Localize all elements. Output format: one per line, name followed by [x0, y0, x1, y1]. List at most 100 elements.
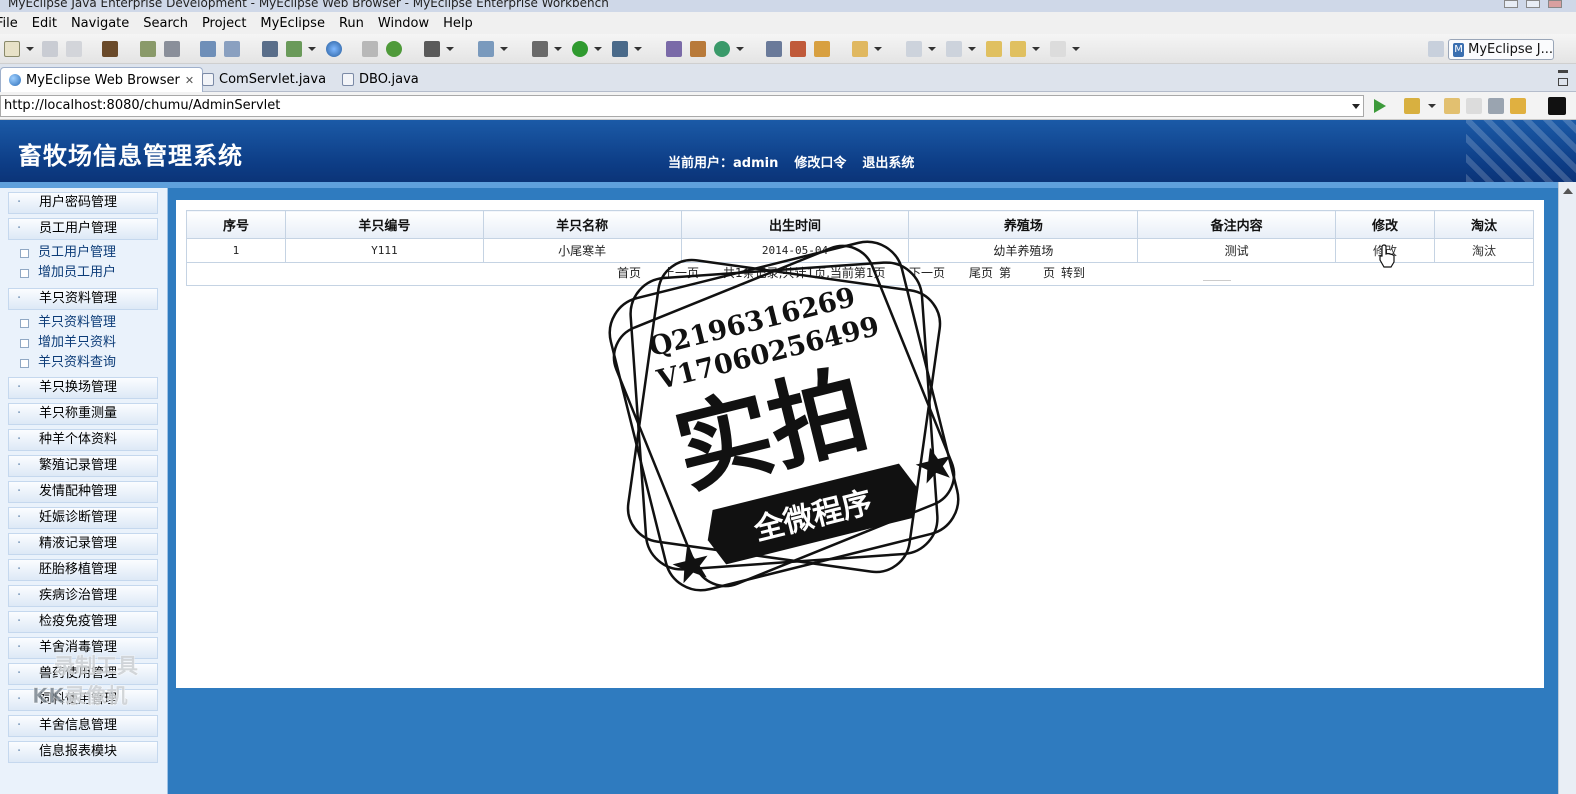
menu-edit[interactable]: Edit: [25, 16, 64, 31]
open-perspective-button-icon[interactable]: [1428, 41, 1444, 57]
favorites-icon[interactable]: [1404, 98, 1420, 114]
favorites-dropdown-icon[interactable]: [1428, 104, 1436, 108]
next-annotation-dropdown-icon[interactable]: [928, 47, 936, 51]
add-icon[interactable]: [286, 41, 302, 57]
sidebar-item-weighing[interactable]: 羊只称重测量: [8, 403, 158, 425]
menu-file[interactable]: File: [0, 16, 25, 31]
sidebar-subitem-sheep-manage[interactable]: 羊只资料管理: [20, 314, 116, 332]
external-tools-icon[interactable]: [612, 41, 628, 57]
camera-dropdown-icon[interactable]: [446, 47, 454, 51]
back-dropdown-icon[interactable]: [1032, 47, 1040, 51]
scroll-up-icon[interactable]: [1563, 188, 1573, 194]
wizard-icon[interactable]: [200, 41, 216, 57]
print-icon[interactable]: [66, 41, 82, 57]
last-edit-icon[interactable]: [986, 41, 1002, 57]
sidebar-item-barn-info[interactable]: 羊舍信息管理: [8, 715, 158, 737]
external-tools-dropdown-icon[interactable]: [634, 47, 642, 51]
folder-icon[interactable]: [852, 41, 868, 57]
bookmark-icon[interactable]: [814, 41, 830, 57]
sidebar-subitem-staff-manage[interactable]: 员工用户管理: [20, 244, 116, 262]
cull-link[interactable]: 淘汰: [1434, 238, 1534, 263]
sidebar-item-pregnancy[interactable]: 妊娠诊断管理: [8, 507, 158, 529]
sidebar-item-sheep-info[interactable]: 羊只资料管理: [8, 288, 158, 310]
change-password-link[interactable]: 修改口令: [794, 152, 846, 171]
sidebar-subitem-staff-add[interactable]: 增加员工用户: [20, 264, 116, 282]
menu-run[interactable]: Run: [332, 16, 371, 31]
prev-annotation-icon[interactable]: [946, 41, 962, 57]
open-type-dropdown-icon[interactable]: [500, 47, 508, 51]
tab-dbo[interactable]: DBO.java: [334, 67, 427, 92]
maximize-button[interactable]: [1526, 0, 1540, 8]
globe-icon[interactable]: [326, 41, 342, 57]
menu-search[interactable]: Search: [136, 16, 195, 31]
package-icon[interactable]: [102, 41, 118, 57]
browser-refresh-icon[interactable]: [1510, 98, 1526, 114]
new-class-icon[interactable]: [666, 41, 682, 57]
menu-help[interactable]: Help: [436, 16, 480, 31]
hierarchy-icon[interactable]: [262, 41, 278, 57]
folder-dropdown-icon[interactable]: [874, 47, 882, 51]
sidebar-item-breeding-stock[interactable]: 种羊个体资料: [8, 429, 158, 451]
sidebar-item-semen[interactable]: 精液记录管理: [8, 533, 158, 555]
new-file-icon[interactable]: [4, 41, 20, 57]
open-type-icon[interactable]: [478, 41, 494, 57]
sidebar-item-reports[interactable]: 信息报表模块: [8, 741, 158, 763]
perspective-switcher[interactable]: M MyEclipse J...: [1448, 39, 1554, 60]
close-tab-icon[interactable]: ✕: [185, 74, 194, 87]
new-interface-icon[interactable]: [714, 41, 730, 57]
sidebar-item-embryo[interactable]: 胚胎移植管理: [8, 559, 158, 581]
image-icon[interactable]: [362, 41, 378, 57]
sidebar-item-farm-transfer[interactable]: 羊只换场管理: [8, 377, 158, 399]
maximize-view-icon[interactable]: [1558, 78, 1568, 86]
refresh-icon[interactable]: [386, 41, 402, 57]
minimize-view-icon[interactable]: [1558, 70, 1568, 73]
run-icon[interactable]: [572, 41, 588, 57]
sidebar-subitem-sheep-add[interactable]: 增加羊只资料: [20, 334, 116, 352]
add-dropdown-icon[interactable]: [308, 47, 316, 51]
search-icon[interactable]: [224, 41, 240, 57]
last-page-link[interactable]: 尾页: [969, 262, 993, 284]
url-history-dropdown-icon[interactable]: [1352, 104, 1360, 109]
sidebar-item-disease[interactable]: 疾病诊治管理: [8, 585, 158, 607]
tab-comservlet[interactable]: ComServlet.java: [194, 67, 334, 92]
browser-forward-icon[interactable]: [1466, 98, 1482, 114]
back-icon[interactable]: [1010, 41, 1026, 57]
debug-icon[interactable]: [532, 41, 548, 57]
run-dropdown-icon[interactable]: [594, 47, 602, 51]
save-icon[interactable]: [42, 41, 58, 57]
sidebar-item-staff[interactable]: 员工用户管理: [8, 218, 158, 240]
tab-web-browser[interactable]: MyEclipse Web Browser ✕: [0, 67, 204, 92]
pin-icon[interactable]: [790, 41, 806, 57]
vertical-scrollbar[interactable]: [1558, 182, 1576, 794]
url-field[interactable]: http://localhost:8080/chumu/AdminServlet: [0, 95, 1364, 117]
deploy-icon[interactable]: [140, 41, 156, 57]
sidebar-item-breeding-records[interactable]: 繁殖记录管理: [8, 455, 158, 477]
browser-screen-icon[interactable]: [1548, 97, 1566, 115]
sidebar-item-mating[interactable]: 发情配种管理: [8, 481, 158, 503]
goto-link[interactable]: 转到: [1061, 262, 1085, 284]
open-perspective-icon[interactable]: [766, 41, 782, 57]
browser-stop-icon[interactable]: [1488, 98, 1504, 114]
sidebar-item-quarantine[interactable]: 检疫免疫管理: [8, 611, 158, 633]
minimize-button[interactable]: [1504, 0, 1518, 8]
browser-back-icon[interactable]: [1444, 98, 1460, 114]
menu-project[interactable]: Project: [195, 16, 253, 31]
close-window-button[interactable]: [1548, 0, 1562, 8]
sidebar-item-password[interactable]: 用户密码管理: [8, 192, 158, 214]
debug-dropdown-icon[interactable]: [554, 47, 562, 51]
new-dropdown-2-icon[interactable]: [736, 47, 744, 51]
menu-window[interactable]: Window: [371, 16, 436, 31]
server-icon[interactable]: [164, 41, 180, 57]
go-icon[interactable]: [1374, 99, 1386, 113]
logout-link[interactable]: 退出系统: [862, 152, 914, 171]
forward-dropdown-icon[interactable]: [1072, 47, 1080, 51]
menu-navigate[interactable]: Navigate: [64, 16, 136, 31]
prev-annotation-dropdown-icon[interactable]: [968, 47, 976, 51]
camera-icon[interactable]: [424, 41, 440, 57]
goto-page-input[interactable]: [1203, 265, 1231, 281]
sidebar-subitem-sheep-query[interactable]: 羊只资料查询: [20, 354, 116, 372]
menu-myeclipse[interactable]: MyEclipse: [253, 16, 332, 31]
new-package-icon[interactable]: [690, 41, 706, 57]
forward-icon[interactable]: [1050, 41, 1066, 57]
next-annotation-icon[interactable]: [906, 41, 922, 57]
